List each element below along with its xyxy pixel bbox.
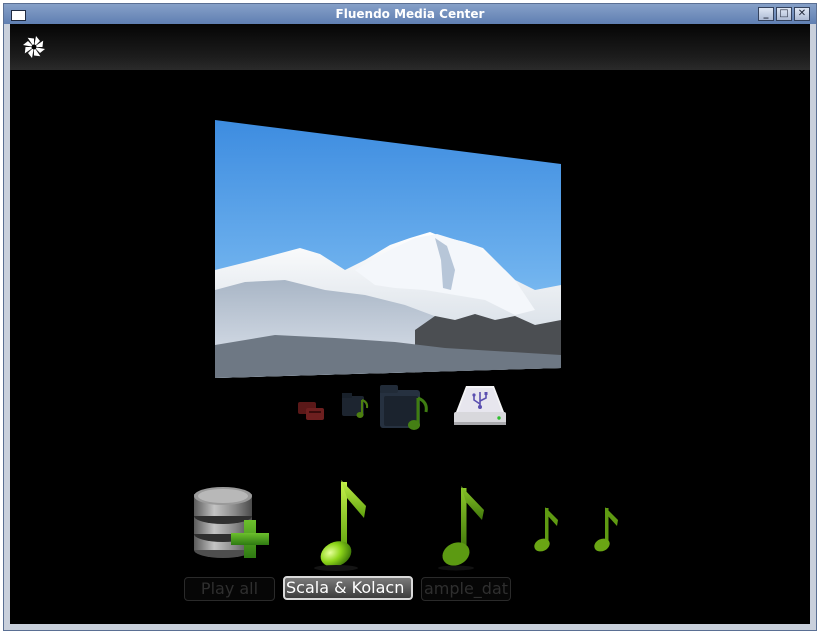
music-folder-icon[interactable]	[378, 380, 434, 436]
item-label[interactable]: ample_dat	[421, 577, 511, 601]
fluendo-pinwheel-icon[interactable]	[21, 34, 47, 60]
play-all-label[interactable]: Play all	[184, 577, 275, 601]
media-cards-icon[interactable]	[296, 396, 330, 426]
database-add-icon[interactable]	[188, 484, 280, 562]
music-note-icon[interactable]	[528, 504, 562, 558]
minimize-button[interactable]: _	[758, 7, 774, 21]
selected-item-label[interactable]: Scala & Kolacn	[283, 576, 413, 600]
music-note-icon[interactable]	[588, 504, 622, 558]
app-window: Fluendo Media Center _ □ ✕ Play all Scal…	[3, 3, 817, 631]
preview-photo	[215, 120, 561, 378]
music-folder-icon[interactable]	[340, 390, 374, 422]
maximize-button[interactable]: □	[776, 7, 792, 21]
titlebar[interactable]: Fluendo Media Center _ □ ✕	[4, 4, 816, 24]
window-title: Fluendo Media Center	[335, 7, 485, 21]
media-center-stage: Play all Scala & Kolacn ample_dat	[10, 24, 810, 624]
top-bar	[10, 24, 810, 70]
usb-drive-icon[interactable]	[450, 382, 510, 430]
window-border-bottom	[4, 624, 816, 630]
close-button[interactable]: ✕	[794, 7, 810, 21]
window-border-right	[810, 24, 816, 630]
music-note-icon[interactable]	[430, 482, 492, 574]
window-menu-icon[interactable]	[11, 10, 26, 21]
music-note-icon[interactable]	[306, 476, 376, 574]
